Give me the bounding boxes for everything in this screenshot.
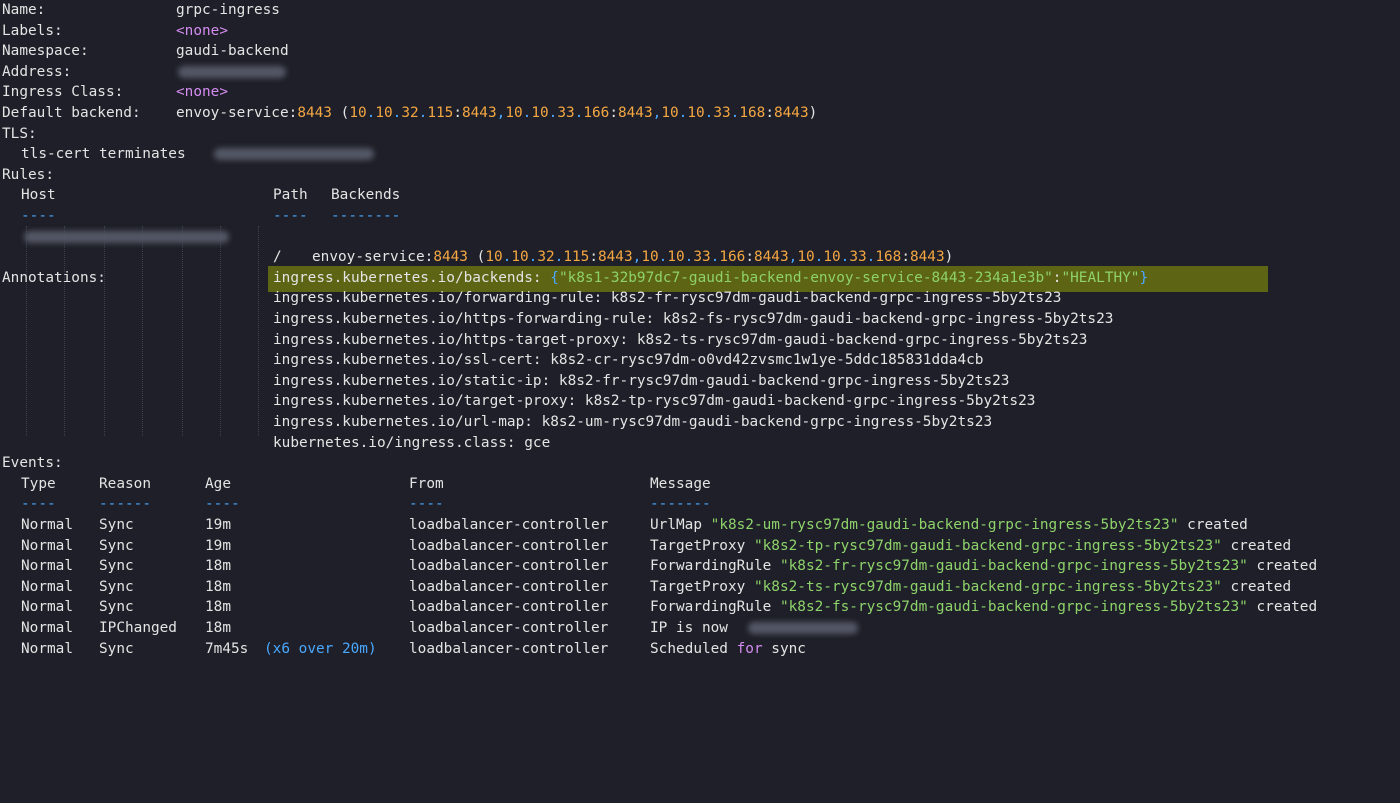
redacted-host (24, 230, 229, 243)
annotations-line: Annotations: ingress.kubernetes.io/backe… (2, 268, 1148, 289)
events-header: Type Reason Age From Message (21, 475, 711, 492)
event-row: Normal Sync 7m45s (x6 over 20m) loadbala… (21, 640, 806, 657)
address-line: Address: (2, 62, 286, 83)
ingress-class-line: Ingress Class: <none> (2, 84, 228, 101)
redacted-address (178, 65, 286, 78)
event-row: Normal Sync 19m loadbalancer-controller … (21, 517, 1248, 533)
namespace-line: Namespace: gaudi-backend (2, 43, 289, 60)
rules-header: Host Path Backends (21, 187, 401, 204)
rule-backend-value: envoy-service:8443 (10.10.32.115:8443,10… (312, 249, 954, 266)
indent-guide (142, 226, 143, 436)
rules-backend-row: / envoy-service:8443 (10.10.32.115:8443,… (2, 247, 953, 268)
events-underline: ---- ------ ---- ---- ------- (21, 496, 711, 513)
rules-label: Rules: (2, 166, 54, 183)
tls-entry: tls-cert terminates (2, 144, 374, 165)
redacted-ip (748, 622, 858, 634)
annotation-backends: ingress.kubernetes.io/backends: {"k8s1-3… (273, 269, 1149, 286)
event-row: Normal Sync 18m loadbalancer-controller … (21, 578, 1292, 595)
default-backend-value: envoy-service:8443 (10.10.32.115:8443,10… (176, 105, 818, 121)
indent-guide (182, 226, 183, 436)
rules-host-row (2, 227, 229, 248)
event-row: Normal Sync 19m loadbalancer-controller … (21, 537, 1292, 554)
default-backend-line: Default backend: envoy-service:8443 (10.… (2, 103, 817, 124)
labels-line: Labels: <none> (2, 22, 228, 39)
redacted-secret (214, 148, 374, 161)
event-row: Normal Sync 18m loadbalancer-controller … (21, 599, 1318, 616)
rules-underline: ---- ---- -------- (21, 208, 401, 224)
indent-guide (64, 226, 65, 436)
indent-guide (104, 226, 105, 436)
terminal-window[interactable]: Name: grpc-ingress Labels: <none> Namesp… (0, 0, 1400, 662)
indent-guide (220, 226, 221, 436)
event-row: Normal Sync 18m loadbalancer-controller … (21, 558, 1318, 575)
name-line: Name: grpc-ingress (2, 2, 280, 18)
events-label: Events: (2, 455, 63, 472)
tls-label: TLS: (2, 125, 37, 142)
indent-guide (258, 226, 259, 436)
event-row: Normal IPChanged 18m loadbalancer-contro… (2, 618, 858, 639)
